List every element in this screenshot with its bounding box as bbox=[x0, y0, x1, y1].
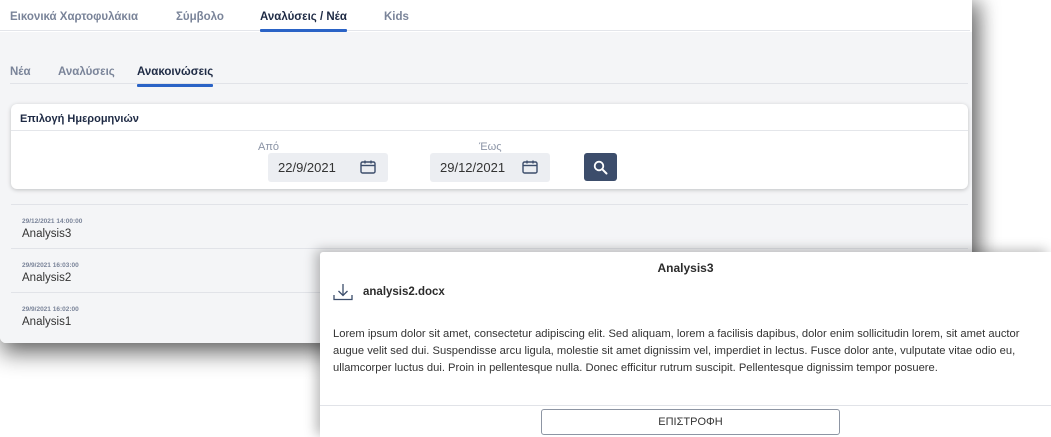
from-date-input[interactable]: 22/9/2021 bbox=[268, 153, 388, 182]
date-filter-title: Επιλογή Ημερομηνιών bbox=[11, 104, 968, 131]
top-tabs: Εικονικά Χαρτοφυλάκια Σύμβολο Αναλύσεις … bbox=[0, 0, 970, 32]
date-filter-card: Επιλογή Ημερομηνιών Από 22/9/2021 Έως 29… bbox=[11, 104, 968, 189]
item-title: Analysis1 bbox=[22, 316, 72, 328]
subtab-announcements[interactable]: Ανακοινώσεις bbox=[137, 66, 214, 87]
tab-analyses-news[interactable]: Αναλύσεις / Νέα bbox=[260, 11, 347, 32]
calendar-icon[interactable] bbox=[522, 160, 538, 174]
subtab-analyses[interactable]: Αναλύσεις bbox=[58, 66, 115, 78]
search-button[interactable] bbox=[584, 153, 617, 181]
tab-kids[interactable]: Kids bbox=[384, 11, 409, 23]
modal-body-text: Lorem ipsum dolor sit amet, consectetur … bbox=[333, 328, 1020, 374]
item-title: Analysis3 bbox=[22, 228, 72, 240]
modal-footer: ΕΠΙΣΤΡΟΦΗ bbox=[320, 405, 1051, 437]
to-date-value: 29/12/2021 bbox=[440, 160, 506, 175]
sub-tabs: Νέα Αναλύσεις Ανακοινώσεις bbox=[10, 32, 968, 87]
tab-symbol[interactable]: Σύμβολο bbox=[176, 11, 224, 23]
to-label: Έως bbox=[479, 141, 502, 153]
analysis-modal: Analysis3 analysis2.docx Lorem ipsum dol… bbox=[320, 252, 1051, 437]
item-timestamp: 29/9/2021 16:03:00 bbox=[22, 262, 79, 269]
to-date-input[interactable]: 29/12/2021 bbox=[430, 153, 550, 182]
tab-virtual-portfolios[interactable]: Εικονικά Χαρτοφυλάκια bbox=[10, 11, 138, 23]
from-date-value: 22/9/2021 bbox=[278, 160, 336, 175]
calendar-icon[interactable] bbox=[360, 160, 376, 174]
search-icon bbox=[593, 160, 608, 174]
back-button[interactable]: ΕΠΙΣΤΡΟΦΗ bbox=[541, 409, 840, 435]
list-item[interactable]: 29/12/2021 14:00:00 Analysis3 bbox=[11, 204, 968, 248]
subtab-news[interactable]: Νέα bbox=[10, 66, 31, 78]
modal-title: Analysis3 bbox=[657, 261, 714, 275]
item-title: Analysis2 bbox=[22, 272, 72, 284]
item-timestamp: 29/9/2021 16:02:00 bbox=[22, 306, 79, 313]
item-timestamp: 29/12/2021 14:00:00 bbox=[22, 218, 83, 225]
attachment-file-name: analysis2.docx bbox=[363, 286, 445, 298]
from-label: Από bbox=[258, 141, 280, 153]
attachment-link[interactable]: analysis2.docx bbox=[333, 282, 445, 302]
download-icon bbox=[333, 284, 353, 301]
